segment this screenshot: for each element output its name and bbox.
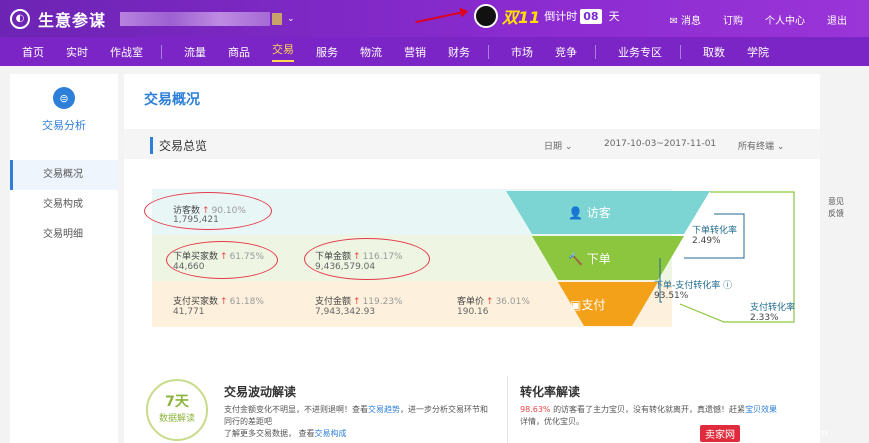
order-rate-label: 下单转化率: [692, 226, 738, 236]
pay-rate-label: 支付转化率: [750, 303, 796, 313]
sidebar-item-details[interactable]: 交易明细: [10, 220, 118, 250]
nav-data[interactable]: 取数: [703, 44, 725, 60]
app-title: 生意参谋: [38, 10, 107, 30]
nav-competition[interactable]: 竞争: [555, 44, 577, 60]
seven-day-stamp: 7天 数据解读: [146, 379, 208, 441]
countdown-unit: 天: [608, 10, 620, 23]
nav-service[interactable]: 服务: [316, 44, 338, 60]
nav-realtime[interactable]: 实时: [66, 44, 88, 60]
section-title: 交易总览: [150, 137, 207, 154]
date-range: 2017-10-03~2017-11-01: [604, 139, 717, 149]
pay-buyers-label: 支付买家数 ↑ 61.18%: [173, 297, 264, 307]
sidebar-item-overview[interactable]: 交易概况: [10, 160, 118, 190]
nav-marketing[interactable]: 营销: [404, 44, 426, 60]
date-selector[interactable]: 日期 ⌄: [544, 139, 572, 152]
double11-label: 双11: [502, 8, 541, 27]
conversion-line2: 详情，优化宝贝。: [520, 417, 584, 426]
fluctuation-line1: 支付金额变化不明显，不进则退啊！查看交易趋势，进一步分析交易环节和: [224, 405, 488, 414]
order-rate-value: 2.49%: [692, 236, 721, 246]
trade-analysis-icon: ⊜: [53, 87, 75, 109]
conversion-line1: 98.63% 的访客看了主力宝贝，没有转化就离开，真遗憾！赶紧宝贝效果: [520, 405, 778, 414]
overview-header: 交易总览 日期 ⌄ 2017-10-03~2017-11-01 所有终端 ⌄: [124, 129, 820, 159]
funnel-visit-label: 👤 访客: [568, 206, 611, 220]
sidebar-title: 交易分析: [42, 119, 86, 132]
top-bar: ◐ 生意参谋 ⌄ 双11 倒计时 08 天 ✉ 消息 订购 个人中心 退出: [0, 0, 869, 37]
countdown-days: 08: [580, 8, 602, 24]
logo[interactable]: ◐ 生意参谋: [10, 7, 106, 31]
countdown-label: 倒计时: [544, 10, 578, 23]
funnel-order-label: 🔨 下单: [568, 252, 611, 266]
nav-divider: [595, 44, 596, 59]
top-right-links: ✉ 消息 订购 个人中心 退出: [669, 12, 869, 27]
nav-home[interactable]: 首页: [22, 44, 44, 60]
conversion-title: 转化率解读: [520, 385, 581, 399]
logout-link[interactable]: 退出: [827, 12, 847, 27]
nav-business[interactable]: 业务专区: [618, 44, 662, 60]
divider: [507, 376, 508, 443]
annotation-circle: [144, 192, 272, 230]
chevron-down-icon[interactable]: ⌄: [287, 14, 295, 24]
annotation-circle: [166, 241, 278, 279]
pay-amount-label: 支付金额 ↑ 119.23%: [315, 297, 403, 307]
main-nav: 首页 实时 作战室 流量 商品 交易 服务 物流 营销 财务 市场 竞争 业务专…: [0, 37, 869, 66]
page-title: 交易概况: [144, 92, 200, 108]
nav-divider: [488, 44, 489, 59]
funnel-pay-label: ▣支付: [570, 298, 606, 312]
sidebar: ⊜ 交易分析 交易概况 交易构成 交易明细: [10, 74, 118, 443]
nav-divider: [161, 44, 162, 59]
profile-link[interactable]: 个人中心: [765, 12, 805, 27]
avg-price-value: 190.16: [457, 307, 489, 317]
trade-trend-link[interactable]: 交易趋势: [368, 405, 400, 414]
avg-price-label: 客单价 ↑ 36.01%: [457, 297, 530, 307]
nav-traffic[interactable]: 流量: [184, 44, 206, 60]
main-panel: 交易概况 交易总览 日期 ⌄ 2017-10-03~2017-11-01 所有终…: [124, 74, 820, 443]
fluctuation-title: 交易波动解读: [224, 385, 297, 399]
trade-composition-link[interactable]: 交易构成: [315, 429, 347, 438]
annotation-circle: [304, 238, 430, 280]
nav-finance[interactable]: 财务: [448, 44, 470, 60]
pay-rate-value: 2.33%: [750, 313, 779, 323]
fluctuation-line2: 同行的差距吧: [224, 417, 272, 426]
messages-link[interactable]: ✉ 消息: [669, 12, 701, 27]
nav-academy[interactable]: 学院: [747, 44, 769, 60]
order-pay-rate-label: 下单-支付转化率 ⓘ: [654, 281, 733, 291]
order-link[interactable]: 订购: [723, 12, 743, 27]
terminal-selector[interactable]: 所有终端 ⌄: [738, 139, 784, 152]
item-effect-link[interactable]: 宝贝效果: [745, 405, 777, 414]
logo-icon: ◐: [10, 8, 30, 29]
fluctuation-line3: 了解更多交易数据， 查看交易构成: [224, 429, 347, 438]
order-pay-rate-value: 93.51%: [654, 291, 689, 301]
feedback-button[interactable]: 意见 反馈: [828, 196, 844, 220]
shop-name-blurred[interactable]: [120, 11, 271, 26]
tmall-cat-icon: [474, 4, 498, 28]
nav-products[interactable]: 商品: [228, 44, 250, 60]
promo-banner[interactable]: 双11 倒计时 08 天: [474, 4, 620, 28]
watermark: 卖家网 www.maijia.com: [700, 424, 869, 443]
nav-warroom[interactable]: 作战室: [110, 44, 143, 60]
nav-market[interactable]: 市场: [511, 44, 533, 60]
red-arrow-annotation: [415, 10, 465, 24]
nav-trade[interactable]: 交易: [272, 41, 294, 62]
nav-divider: [680, 44, 681, 59]
pay-buyers-value: 41,771: [173, 307, 205, 317]
nav-logistics[interactable]: 物流: [360, 44, 382, 60]
shop-avatar: [272, 12, 283, 25]
pay-amount-value: 7,943,342.93: [315, 307, 376, 317]
sidebar-item-composition[interactable]: 交易构成: [10, 190, 118, 220]
